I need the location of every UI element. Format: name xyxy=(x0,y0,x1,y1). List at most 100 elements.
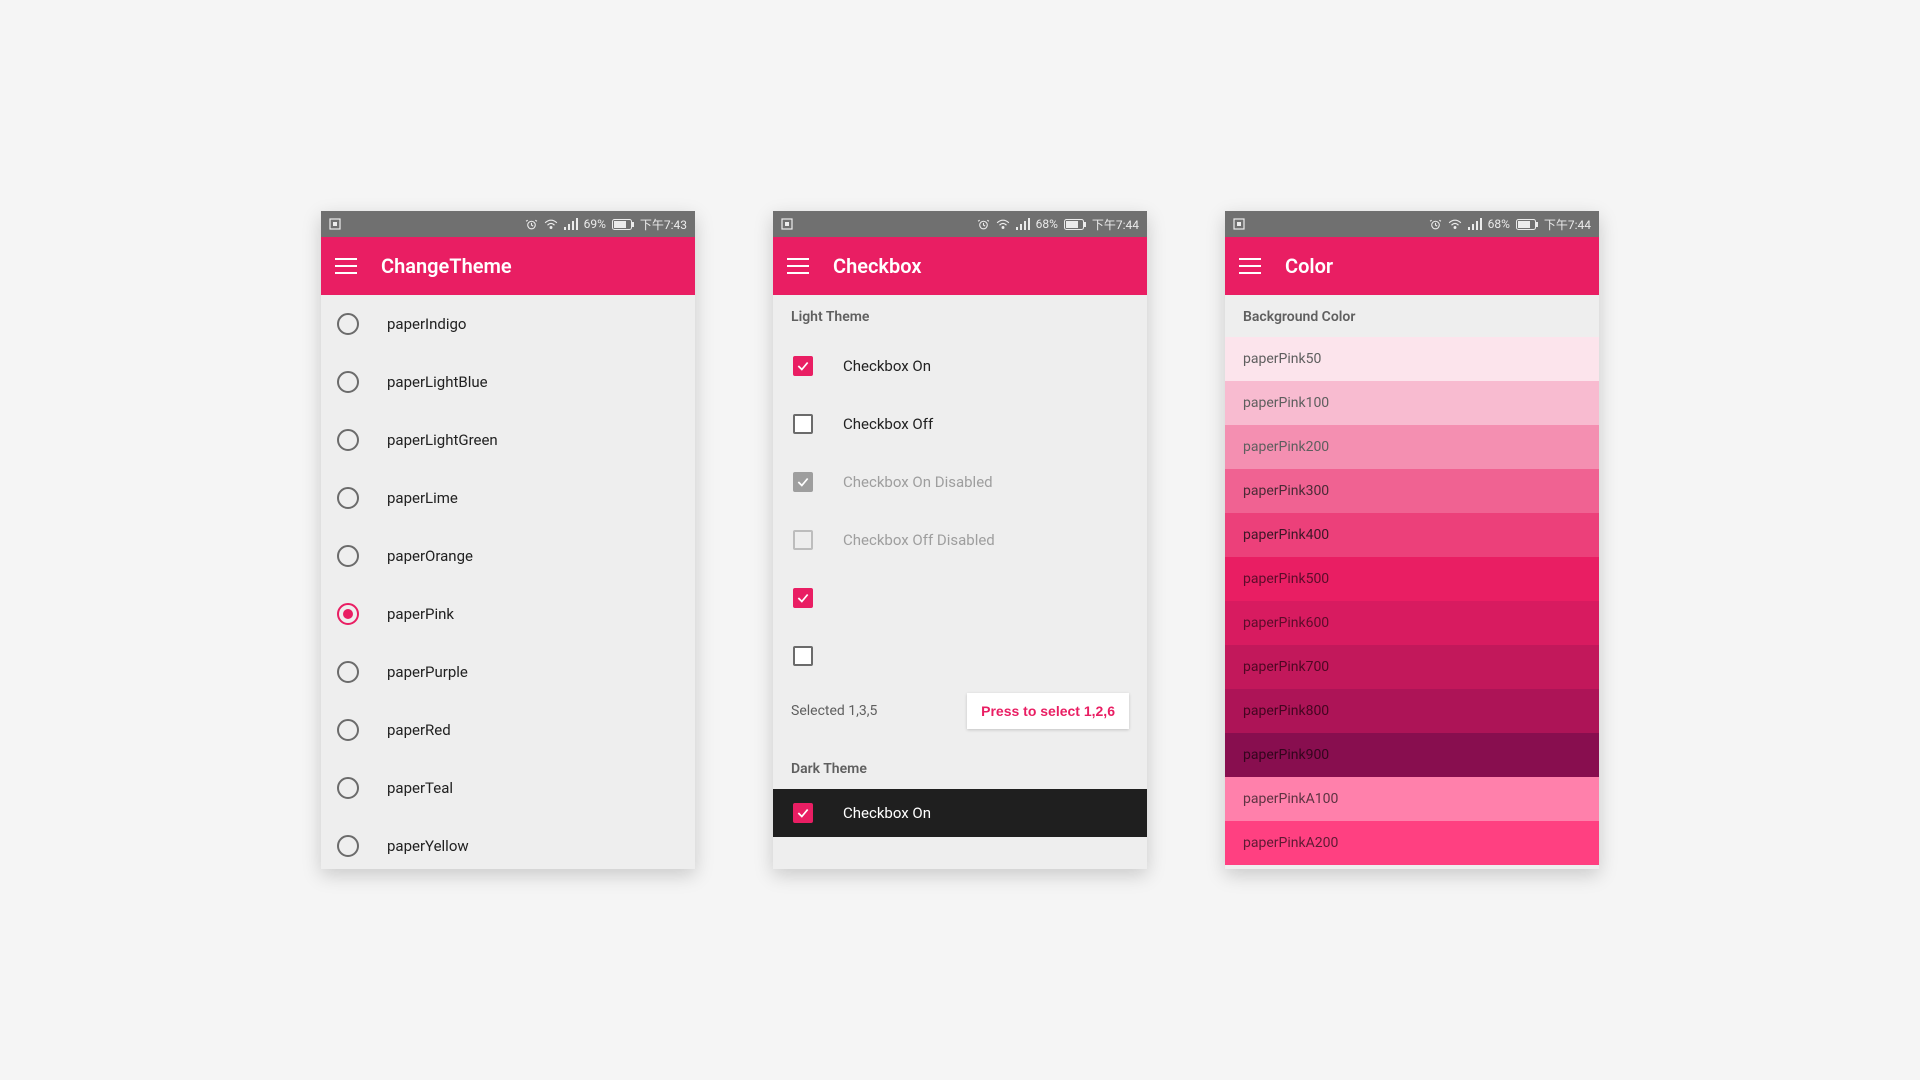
checkbox-label: Checkbox On xyxy=(843,804,931,822)
color-swatch[interactable]: paperPink50 xyxy=(1225,337,1599,381)
signal-icon xyxy=(1468,218,1482,230)
color-swatch[interactable]: paperPink700 xyxy=(1225,645,1599,689)
theme-label: paperTeal xyxy=(387,779,453,797)
checkbox-row: Checkbox Off Disabled xyxy=(773,511,1147,569)
status-box-icon xyxy=(1233,218,1245,230)
checkbox-row: Checkbox On Disabled xyxy=(773,453,1147,511)
battery-icon xyxy=(612,219,634,230)
clock-text: 下午7:43 xyxy=(640,216,687,233)
appbar-title: Color xyxy=(1285,254,1333,278)
color-swatch[interactable]: paperPink600 xyxy=(1225,601,1599,645)
battery-icon xyxy=(1516,219,1538,230)
theme-radio-row[interactable]: paperLightGreen xyxy=(321,411,695,469)
alarm-icon xyxy=(977,218,990,231)
theme-label: paperPurple xyxy=(387,663,468,681)
checkbox-icon xyxy=(793,472,813,492)
theme-radio-row[interactable]: paperPurple xyxy=(321,643,695,701)
checkbox-label: Checkbox On Disabled xyxy=(843,473,993,491)
menu-icon[interactable] xyxy=(787,258,809,274)
theme-label: paperLime xyxy=(387,489,458,507)
radio-icon[interactable] xyxy=(337,429,359,451)
theme-label: paperIndigo xyxy=(387,315,467,333)
color-content: Background Color paperPink50paperPink100… xyxy=(1225,295,1599,869)
theme-label: paperRed xyxy=(387,721,451,739)
color-swatch[interactable]: paperPink100 xyxy=(1225,381,1599,425)
background-color-header: Background Color xyxy=(1225,295,1599,337)
press-select-button[interactable]: Press to select 1,2,6 xyxy=(967,693,1129,729)
theme-radio-row[interactable]: paperYellow xyxy=(321,817,695,869)
theme-radio-row[interactable]: paperLightBlue xyxy=(321,353,695,411)
checkbox-label: Checkbox Off Disabled xyxy=(843,531,995,549)
color-swatch[interactable]: paperPink300 xyxy=(1225,469,1599,513)
battery-icon xyxy=(1064,219,1086,230)
checkbox-icon[interactable] xyxy=(793,414,813,434)
theme-label: paperYellow xyxy=(387,837,469,855)
wifi-icon xyxy=(1448,218,1462,230)
checkbox-icon[interactable] xyxy=(793,588,813,608)
battery-percent: 68% xyxy=(1488,217,1510,231)
theme-label: paperLightGreen xyxy=(387,431,498,449)
theme-radio-row[interactable]: paperRed xyxy=(321,701,695,759)
color-swatch[interactable]: paperPink200 xyxy=(1225,425,1599,469)
color-swatch[interactable]: paperPink400 xyxy=(1225,513,1599,557)
appbar-title: Checkbox xyxy=(833,254,921,278)
alarm-icon xyxy=(1429,218,1442,231)
menu-icon[interactable] xyxy=(1239,258,1261,274)
radio-icon[interactable] xyxy=(337,835,359,857)
theme-radio-list: paperIndigo paperLightBlue paperLightGreen… xyxy=(321,295,695,869)
status-box-icon xyxy=(329,218,341,230)
selected-text: Selected 1,3,5 xyxy=(791,703,877,719)
checkbox-icon[interactable] xyxy=(793,356,813,376)
clock-text: 下午7:44 xyxy=(1092,216,1139,233)
phone-screen-color: 68% 下午7:44 Color Background Color paperP… xyxy=(1225,211,1599,869)
status-bar: 68% 下午7:44 xyxy=(773,211,1147,237)
signal-icon xyxy=(1016,218,1030,230)
radio-icon[interactable] xyxy=(337,603,359,625)
theme-radio-row[interactable]: paperLime xyxy=(321,469,695,527)
radio-icon[interactable] xyxy=(337,661,359,683)
radio-icon[interactable] xyxy=(337,313,359,335)
alarm-icon xyxy=(525,218,538,231)
checkbox-icon xyxy=(793,530,813,550)
theme-label: paperLightBlue xyxy=(387,373,488,391)
status-box-icon xyxy=(781,218,793,230)
battery-percent: 69% xyxy=(584,217,606,231)
checkbox-icon[interactable] xyxy=(793,803,813,823)
checkbox-row[interactable]: Checkbox On xyxy=(773,337,1147,395)
radio-icon[interactable] xyxy=(337,371,359,393)
checkbox-row[interactable] xyxy=(773,569,1147,627)
radio-icon[interactable] xyxy=(337,719,359,741)
wifi-icon xyxy=(544,218,558,230)
checkbox-row[interactable] xyxy=(773,627,1147,685)
app-bar: ChangeTheme xyxy=(321,237,695,295)
radio-icon[interactable] xyxy=(337,487,359,509)
wifi-icon xyxy=(996,218,1010,230)
battery-percent: 68% xyxy=(1036,217,1058,231)
color-swatch[interactable]: paperPinkA100 xyxy=(1225,777,1599,821)
checkbox-content: Light Theme Checkbox OnCheckbox OffCheck… xyxy=(773,295,1147,869)
theme-radio-row[interactable]: paperIndigo xyxy=(321,295,695,353)
app-bar: Checkbox xyxy=(773,237,1147,295)
color-swatch[interactable]: paperPink900 xyxy=(1225,733,1599,777)
theme-radio-row[interactable]: paperPink xyxy=(321,585,695,643)
selected-row: Selected 1,3,5 Press to select 1,2,6 xyxy=(773,685,1147,747)
checkbox-row[interactable]: Checkbox Off xyxy=(773,395,1147,453)
theme-radio-row[interactable]: paperOrange xyxy=(321,527,695,585)
color-swatch[interactable]: paperPink800 xyxy=(1225,689,1599,733)
checkbox-label: Checkbox Off xyxy=(843,415,933,433)
theme-label: paperPink xyxy=(387,605,454,623)
color-swatch[interactable]: paperPinkA200 xyxy=(1225,821,1599,865)
menu-icon[interactable] xyxy=(335,258,357,274)
radio-icon[interactable] xyxy=(337,545,359,567)
color-swatch[interactable]: paperPink500 xyxy=(1225,557,1599,601)
checkbox-label: Checkbox On xyxy=(843,357,931,375)
phone-screen-changetheme: 69% 下午7:43 ChangeTheme paperIndigo paperL… xyxy=(321,211,695,869)
checkbox-row-dark[interactable]: Checkbox On xyxy=(773,789,1147,837)
clock-text: 下午7:44 xyxy=(1544,216,1591,233)
radio-icon[interactable] xyxy=(337,777,359,799)
theme-radio-row[interactable]: paperTeal xyxy=(321,759,695,817)
signal-icon xyxy=(564,218,578,230)
phone-screen-checkbox: 68% 下午7:44 Checkbox Light Theme Checkbox… xyxy=(773,211,1147,869)
status-bar: 69% 下午7:43 xyxy=(321,211,695,237)
checkbox-icon[interactable] xyxy=(793,646,813,666)
